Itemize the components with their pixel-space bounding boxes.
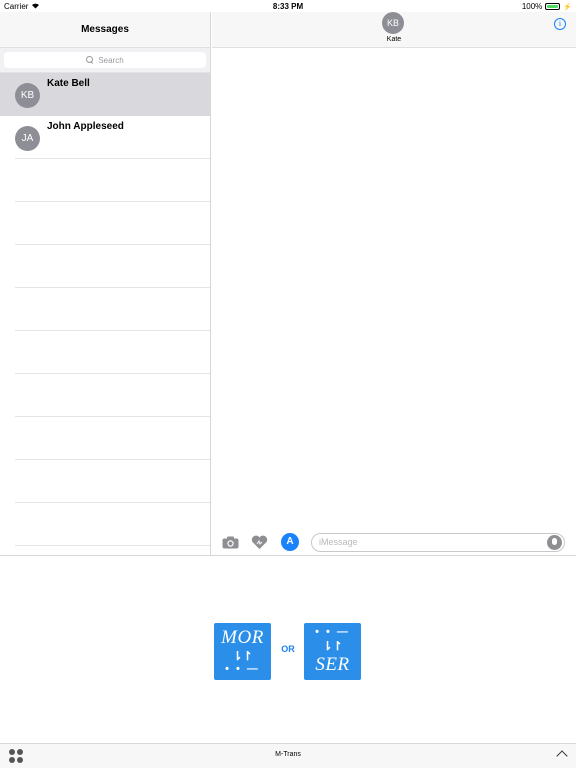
imessage-app-drawer: MOR ⇂↾ • • — OR • • — ⇂↾ SER bbox=[0, 555, 576, 743]
search-icon bbox=[86, 56, 94, 64]
imessage-input[interactable]: iMessage bbox=[311, 533, 565, 552]
swap-arrows-icon: ⇂↾ bbox=[232, 649, 253, 663]
imessage-placeholder: iMessage bbox=[319, 537, 358, 547]
contact-avatar[interactable]: KB bbox=[382, 12, 404, 34]
or-label: OR bbox=[281, 644, 295, 654]
conversation-list-pane: Messages Search KB Kate Bell JA John App… bbox=[0, 12, 211, 555]
status-time: 8:33 PM bbox=[272, 2, 304, 11]
status-right: 100% ⚡ bbox=[522, 2, 572, 11]
search-placeholder: Search bbox=[98, 55, 124, 65]
search-bar: Search bbox=[0, 48, 210, 73]
battery-percent: 100% bbox=[521, 2, 543, 11]
empty-row bbox=[0, 245, 210, 288]
conversation-name: John Appleseed bbox=[47, 121, 124, 132]
morse-code: • • — bbox=[225, 663, 260, 675]
avatar: JA bbox=[15, 126, 40, 151]
empty-row bbox=[0, 546, 210, 555]
compose-bar: A iMessage bbox=[212, 529, 576, 555]
camera-icon[interactable] bbox=[221, 534, 239, 550]
swap-arrows-icon: ⇂↾ bbox=[322, 639, 343, 653]
avatar: KB bbox=[15, 83, 40, 108]
conversation-row-kate-bell[interactable]: KB Kate Bell bbox=[0, 73, 210, 116]
conversation-row-john-appleseed[interactable]: JA John Appleseed bbox=[0, 116, 210, 159]
empty-row bbox=[0, 460, 210, 503]
text-to-morse-sticker[interactable]: • • — ⇂↾ SER bbox=[304, 623, 361, 680]
messages-title: Messages bbox=[0, 12, 210, 48]
charging-icon: ⚡ bbox=[563, 3, 572, 11]
digital-touch-icon[interactable] bbox=[250, 534, 268, 550]
empty-row bbox=[0, 331, 210, 374]
microphone-icon[interactable] bbox=[547, 535, 562, 550]
app-drawer-bottom-bar: M-Trans bbox=[0, 743, 576, 768]
contact-name[interactable]: Kate bbox=[212, 36, 576, 43]
sticker-word: MOR bbox=[221, 627, 264, 648]
app-store-icon[interactable]: A bbox=[281, 533, 299, 551]
morse-code: • • — bbox=[315, 626, 350, 638]
conversation-name: Kate Bell bbox=[47, 78, 90, 89]
app-name: M-Trans bbox=[275, 751, 301, 758]
empty-row bbox=[0, 202, 210, 245]
empty-row bbox=[0, 288, 210, 331]
search-input[interactable]: Search bbox=[4, 52, 206, 68]
status-bar: Carrier 8:33 PM 100% ⚡ bbox=[0, 0, 576, 12]
morse-to-text-sticker[interactable]: MOR ⇂↾ • • — bbox=[214, 623, 271, 680]
sticker-word: SER bbox=[315, 654, 350, 675]
app-store-glyph: A bbox=[281, 533, 299, 551]
message-thread bbox=[212, 48, 576, 529]
empty-row bbox=[0, 503, 210, 546]
empty-row bbox=[0, 417, 210, 460]
empty-row bbox=[0, 159, 210, 202]
info-icon[interactable]: i bbox=[554, 18, 566, 30]
empty-row bbox=[0, 374, 210, 417]
conversation-header: KB Kate i bbox=[212, 12, 576, 48]
battery-icon bbox=[545, 3, 561, 10]
